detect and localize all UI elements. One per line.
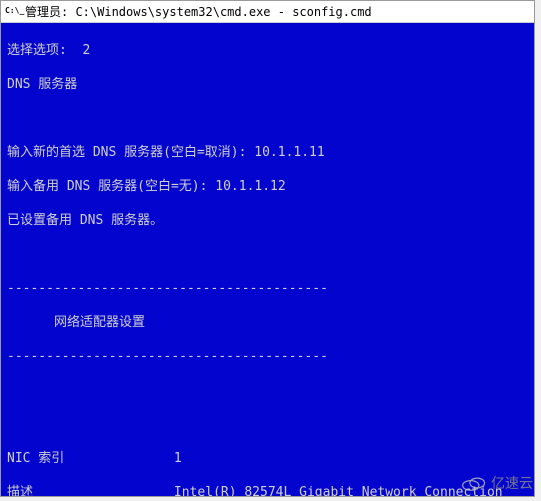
cmd-icon xyxy=(5,5,21,19)
blank-line xyxy=(7,110,528,127)
nic-index-value: 1 xyxy=(174,451,182,466)
nic-index-label: NIC 索引 xyxy=(7,451,64,466)
window-title: 管理员: C:\Windows\system32\cmd.exe - sconf… xyxy=(25,3,372,20)
divider-bottom: ----------------------------------------… xyxy=(7,348,528,365)
backup-dns-set-msg: 已设置备用 DNS 服务器。 xyxy=(7,212,528,229)
blank-line xyxy=(7,416,528,433)
desc-label: 描述 xyxy=(7,485,33,496)
desc-value: Intel(R) 82574L Gigabit Network Connecti… xyxy=(174,485,503,496)
select-option-value: 2 xyxy=(82,43,90,58)
command-prompt-window: 管理员: C:\Windows\system32\cmd.exe - sconf… xyxy=(0,0,535,497)
cloud-icon xyxy=(461,473,487,493)
titlebar[interactable]: 管理员: C:\Windows\system32\cmd.exe - sconf… xyxy=(1,1,534,23)
adapter-heading: 网络适配器设置 xyxy=(7,314,528,331)
dns-server-label: DNS 服务器 xyxy=(7,76,528,93)
watermark: 亿速云 xyxy=(461,473,533,493)
divider-top: ----------------------------------------… xyxy=(7,280,528,297)
select-option-label: 选择选项: xyxy=(7,43,67,58)
primary-dns-prompt: 输入新的首选 DNS 服务器(空白=取消): 10.1.1.11 xyxy=(7,144,528,161)
blank-line xyxy=(7,382,528,399)
console-area[interactable]: 选择选项: 2 DNS 服务器 输入新的首选 DNS 服务器(空白=取消): 1… xyxy=(1,23,534,496)
watermark-text: 亿速云 xyxy=(491,473,533,493)
backup-dns-prompt: 输入备用 DNS 服务器(空白=无): 10.1.1.12 xyxy=(7,178,528,195)
blank-line xyxy=(7,246,528,263)
